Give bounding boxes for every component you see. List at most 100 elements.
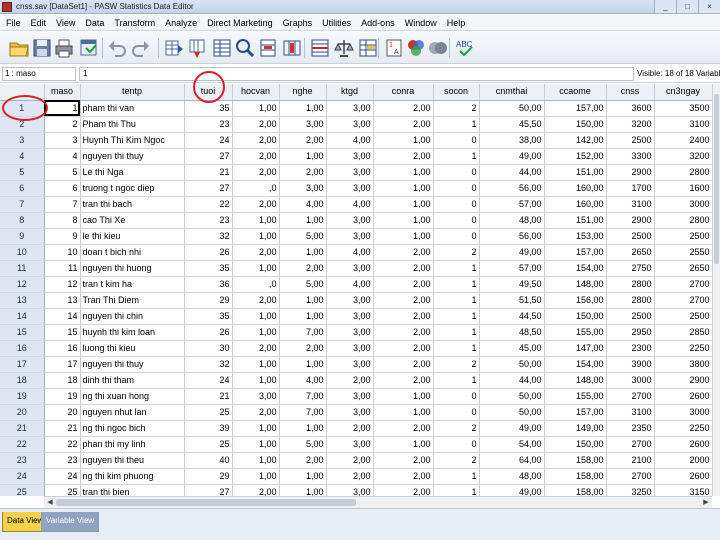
cell-cn3ngay[interactable]: 3100 (654, 116, 712, 133)
cell-maso[interactable]: 10 (44, 244, 81, 261)
cell-socon[interactable]: 1 (433, 468, 480, 485)
cell-socon[interactable]: 0 (433, 404, 480, 421)
cell-cnmthai[interactable]: 50,00 (479, 404, 545, 421)
cell-ktgd[interactable]: 2,00 (326, 452, 374, 469)
cell-cnss[interactable]: 3900 (606, 356, 655, 373)
cell-nghe[interactable]: 7,00 (279, 324, 327, 341)
menu-transform[interactable]: Transform (111, 18, 158, 28)
cell-cnmthai[interactable]: 50,00 (479, 100, 545, 117)
cell-cnmthai[interactable]: 48,00 (479, 468, 545, 485)
cell-ktgd[interactable]: 3,00 (326, 388, 374, 405)
cell-hocvan[interactable]: 1,00 (232, 452, 280, 469)
cell-maso[interactable]: 20 (44, 404, 81, 421)
cell-socon[interactable]: 1 (433, 116, 480, 133)
cell-tuoi[interactable]: 21 (184, 388, 233, 405)
cell-tentp[interactable]: Pham thi Thu (80, 116, 185, 133)
row-header[interactable]: 22 (0, 436, 45, 453)
cell-ccaome[interactable]: 151,00 (544, 212, 607, 229)
cell-conra[interactable]: 2,00 (373, 420, 434, 437)
cell-tentp[interactable]: pham thi van (80, 100, 185, 117)
cell-conra[interactable]: 2,00 (373, 276, 434, 293)
cell-conra[interactable]: 2,00 (373, 292, 434, 309)
cell-ccaome[interactable]: 156,00 (544, 292, 607, 309)
cell-tuoi[interactable]: 39 (184, 420, 233, 437)
cell-cnmthai[interactable]: 45,00 (479, 340, 545, 357)
cell-maso[interactable]: 7 (44, 196, 81, 213)
row-header[interactable]: 25 (0, 484, 45, 496)
cell-tentp[interactable]: truong t ngoc diep (80, 180, 185, 197)
row-header[interactable]: 1 (0, 100, 45, 117)
cell-maso[interactable]: 23 (44, 452, 81, 469)
cell-socon[interactable]: 1 (433, 484, 480, 496)
cell-socon[interactable]: 2 (433, 244, 480, 261)
cell-hocvan[interactable]: 2,00 (232, 292, 280, 309)
cell-tentp[interactable]: Le thi Nga (80, 164, 185, 181)
cell-hocvan[interactable]: 2,00 (232, 196, 280, 213)
cell-cnss[interactable]: 2950 (606, 324, 655, 341)
column-header-maso[interactable]: maso (44, 84, 81, 101)
menu-add-ons[interactable]: Add-ons (358, 18, 398, 28)
row-header[interactable]: 4 (0, 148, 45, 165)
cell-reference[interactable]: 1 : maso (2, 67, 76, 81)
row-header[interactable]: 7 (0, 196, 45, 213)
cell-hocvan[interactable]: 2,00 (232, 404, 280, 421)
cell-socon[interactable]: 1 (433, 276, 480, 293)
use-variable-sets-icon[interactable] (405, 37, 427, 59)
cell-tentp[interactable]: nguyen thi theu (80, 452, 185, 469)
row-header[interactable]: 12 (0, 276, 45, 293)
cell-tentp[interactable]: ng thi kim phuong (80, 468, 185, 485)
cell-conra[interactable]: 1,00 (373, 436, 434, 453)
cell-ktgd[interactable]: 3,00 (326, 308, 374, 325)
cell-conra[interactable]: 2,00 (373, 372, 434, 389)
cell-hocvan[interactable]: 1,00 (232, 356, 280, 373)
cell-cnmthai[interactable]: 57,00 (479, 196, 545, 213)
row-header[interactable]: 20 (0, 404, 45, 421)
cell-cn3ngay[interactable]: 2700 (654, 292, 712, 309)
row-header[interactable]: 8 (0, 212, 45, 229)
cell-ktgd[interactable]: 2,00 (326, 468, 374, 485)
cell-ccaome[interactable]: 153,00 (544, 228, 607, 245)
cell-hocvan[interactable]: 1,00 (232, 372, 280, 389)
cell-hocvan[interactable]: 2,00 (232, 116, 280, 133)
insert-cases-icon[interactable] (257, 37, 279, 59)
cell-nghe[interactable]: 5,00 (279, 276, 327, 293)
cell-ccaome[interactable]: 152,00 (544, 148, 607, 165)
cell-conra[interactable]: 2,00 (373, 340, 434, 357)
cell-socon[interactable]: 0 (433, 388, 480, 405)
cell-cnmthai[interactable]: 49,00 (479, 244, 545, 261)
vertical-scrollbar[interactable] (712, 84, 720, 496)
cell-ktgd[interactable]: 3,00 (326, 404, 374, 421)
cell-nghe[interactable]: 1,00 (279, 212, 327, 229)
cell-nghe[interactable]: 5,00 (279, 436, 327, 453)
cell-cnss[interactable]: 2700 (606, 436, 655, 453)
row-header[interactable]: 10 (0, 244, 45, 261)
cell-cn3ngay[interactable]: 3200 (654, 148, 712, 165)
cell-socon[interactable]: 0 (433, 196, 480, 213)
cell-maso[interactable]: 11 (44, 260, 81, 277)
cell-ktgd[interactable]: 3,00 (326, 212, 374, 229)
cell-nghe[interactable]: 7,00 (279, 388, 327, 405)
cell-ccaome[interactable]: 158,00 (544, 452, 607, 469)
cell-conra[interactable]: 1,00 (373, 132, 434, 149)
cell-cnss[interactable]: 3600 (606, 100, 655, 117)
row-header[interactable]: 13 (0, 292, 45, 309)
cell-cnmthai[interactable]: 49,00 (479, 148, 545, 165)
cell-hocvan[interactable]: 1,00 (232, 308, 280, 325)
cell-cnmthai[interactable]: 64,00 (479, 452, 545, 469)
cell-nghe[interactable]: 1,00 (279, 468, 327, 485)
row-header[interactable]: 2 (0, 116, 45, 133)
cell-cn3ngay[interactable]: 2600 (654, 436, 712, 453)
menu-utilities[interactable]: Utilities (319, 18, 354, 28)
cell-cnss[interactable]: 3250 (606, 484, 655, 496)
cell-ktgd[interactable]: 2,00 (326, 420, 374, 437)
column-header-socon[interactable]: socon (433, 84, 480, 101)
cell-conra[interactable]: 1,00 (373, 180, 434, 197)
cell-conra[interactable]: 2,00 (373, 100, 434, 117)
cell-ccaome[interactable]: 155,00 (544, 388, 607, 405)
cell-hocvan[interactable]: 2,00 (232, 132, 280, 149)
cell-ktgd[interactable]: 4,00 (326, 276, 374, 293)
menu-data[interactable]: Data (82, 18, 107, 28)
cell-cnss[interactable]: 3200 (606, 116, 655, 133)
cell-conra[interactable]: 2,00 (373, 308, 434, 325)
cell-tuoi[interactable]: 32 (184, 228, 233, 245)
